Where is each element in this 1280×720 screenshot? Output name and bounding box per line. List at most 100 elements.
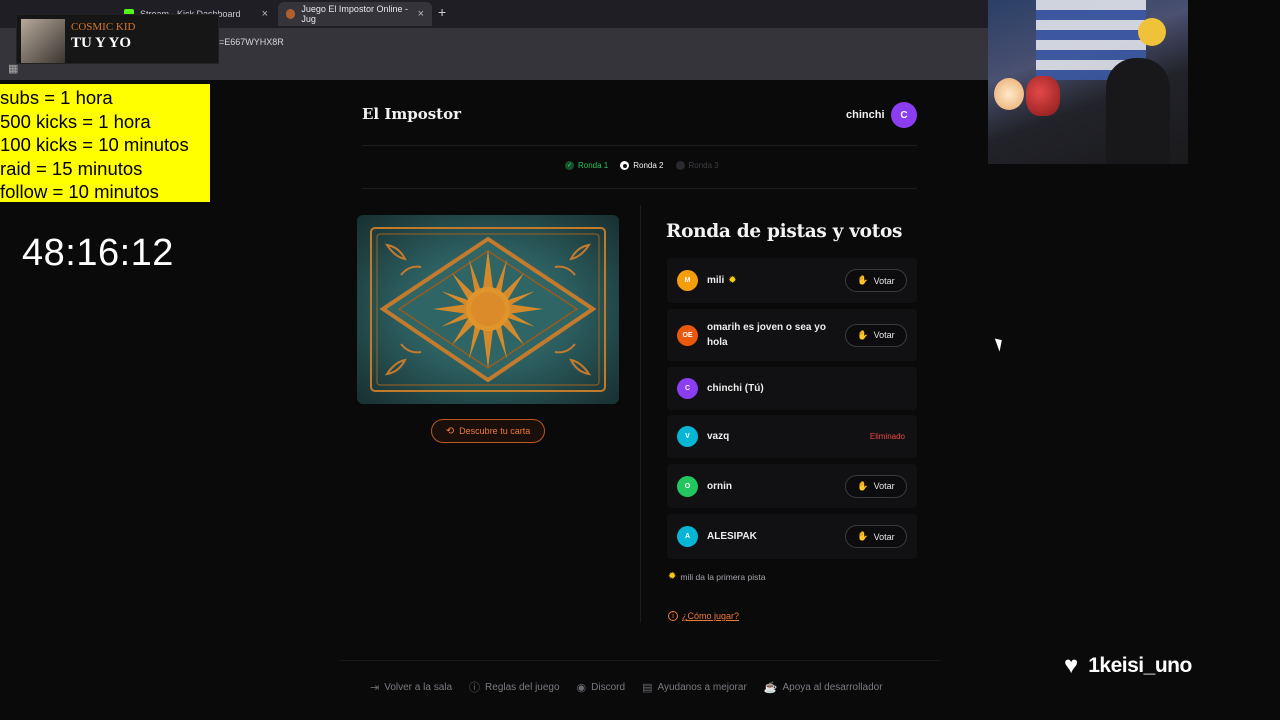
divider (340, 660, 940, 661)
footer-label: Volver a la sala (384, 681, 453, 693)
divider (362, 145, 917, 146)
player-name: ornin (707, 480, 732, 492)
reveal-card-label: Descubre tu carta (459, 426, 531, 436)
rule-line: raid = 15 minutos (0, 157, 143, 179)
avatar: A (677, 526, 698, 547)
flag-sun (1138, 18, 1166, 46)
impostor-favicon-icon (286, 9, 296, 19)
webcam-feed (988, 0, 1188, 164)
rule-line: follow = 10 minutos (0, 181, 159, 203)
vote-button[interactable]: ✋ Votar (845, 323, 907, 347)
footer-label: Reglas del juego (485, 681, 560, 693)
round-step-1: ✓ Ronda 1 (565, 161, 608, 170)
round-stepper: ✓ Ronda 1 Ronda 2 Ronda 3 (565, 161, 719, 170)
rule-line: 100 kicks = 10 minutos (0, 134, 189, 156)
player-row: C chinchi (Tú) (667, 367, 917, 410)
avatar: OE (677, 324, 698, 346)
hand-icon: ✋ (857, 329, 869, 340)
footer-label: Ayudanos a mejorar (657, 681, 747, 693)
hidden-card[interactable] (357, 215, 619, 404)
coffee-icon: ☕ (763, 681, 778, 694)
check-icon: ✓ (565, 161, 574, 170)
player-row: O ornin ✋ Votar (667, 464, 917, 508)
screen: Stream - Kick Dashboard × Juego El Impos… (0, 0, 1280, 720)
vote-button[interactable]: ✋ Votar (845, 269, 907, 292)
plus-icon[interactable]: + (438, 4, 446, 20)
footer-back-to-room[interactable]: ⇥ Volver a la sala (370, 679, 452, 695)
hand-icon: ✋ (857, 531, 869, 541)
player-row: V vazq Eliminado (667, 415, 917, 458)
reveal-card-button[interactable]: ⟲ Descubre tu carta (431, 419, 545, 443)
round-step-2: Ronda 2 (620, 161, 664, 170)
app-brand[interactable]: El Impostor (362, 105, 461, 123)
hand-icon: ✋ (857, 480, 869, 491)
round-title: Ronda de pistas y votos (666, 221, 903, 242)
pending-dot-icon (675, 161, 685, 170)
footer-label: Apoya al desarrollador (782, 681, 883, 693)
exit-icon: ⇥ (370, 681, 380, 694)
song-title: TU Y YO (71, 35, 131, 51)
vote-label: Votar (873, 275, 895, 286)
toy-figure (1026, 76, 1060, 116)
tab-label: Juego El Impostor Online - Jug (301, 4, 408, 24)
avatar[interactable]: C (891, 102, 917, 128)
artist-name: COSMIC KID (71, 21, 136, 33)
round-label: Ronda 3 (688, 161, 719, 170)
footer-support[interactable]: ☕ Apoya al desarrollador (764, 679, 883, 695)
hand-icon: ✋ (857, 275, 869, 285)
subathon-timer: 48:16:12 (22, 232, 174, 274)
info-icon: i (668, 611, 678, 621)
round-label: Ronda 1 (578, 161, 609, 170)
player-name: ALESIPAK (707, 531, 757, 542)
player-row: OE omarih es joven o sea yo hola ✋ Votar (667, 309, 917, 361)
column-divider (640, 205, 641, 623)
avatar: V (677, 426, 698, 447)
heart-icon: ♥ (1064, 652, 1079, 679)
sun-icon: ✹ (668, 571, 677, 582)
footer-rules[interactable]: ⓘ Reglas del juego (469, 679, 560, 695)
footer-links: ⇥ Volver a la sala ⓘ Reglas del juego ◉ … (370, 679, 883, 695)
how-to-play-link[interactable]: i ¿Cómo jugar? (668, 611, 739, 621)
streamer (1106, 58, 1170, 164)
avatar: O (677, 475, 698, 497)
discord-icon: ◉ (576, 681, 587, 694)
lamp (994, 78, 1024, 110)
player-name: mili (707, 275, 725, 286)
mouse-cursor (994, 336, 1006, 352)
vote-label: Votar (873, 531, 895, 542)
card-back-art (370, 227, 606, 392)
how-to-play-label: ¿Cómo jugar? (682, 611, 740, 621)
user-name: chinchi (846, 109, 885, 121)
album-cover (21, 19, 65, 63)
vote-label: Votar (873, 481, 895, 491)
eliminated-badge: Eliminado (869, 432, 905, 441)
footer-feedback[interactable]: ▤ Ayudanos a mejorar (642, 679, 747, 695)
tab-impostor-game[interactable]: Juego El Impostor Online - Jug × (278, 2, 432, 26)
vote-label: Votar (873, 330, 895, 340)
vote-button[interactable]: ✋ Votar (845, 474, 907, 498)
round-step-3: Ronda 3 (675, 161, 719, 170)
refresh-icon: ⟲ (445, 425, 455, 437)
url-text: =E667WYHX8R (219, 37, 284, 47)
player-row: A ALESIPAK ✋ Votar (667, 514, 917, 559)
rule-line: 500 kicks = 1 hora (0, 110, 151, 132)
player-name: chinchi (Tú) (707, 383, 764, 394)
hint-text: mili da la primera pista (680, 571, 766, 582)
current-dot-icon (620, 161, 630, 170)
round-label: Ronda 2 (633, 161, 664, 170)
rule-line: subs = 1 hora (0, 87, 113, 108)
close-icon[interactable]: × (418, 8, 424, 20)
vote-button[interactable]: ✋ Votar (845, 525, 907, 548)
avatar: M (677, 270, 698, 291)
info-icon: ⓘ (469, 682, 481, 694)
follower-name: 1keisi_uno (1088, 654, 1192, 677)
footer-label: Discord (591, 681, 626, 693)
footer-discord[interactable]: ◉ Discord (577, 679, 626, 695)
divider (362, 188, 917, 189)
follower-alert: ♥ 1keisi_uno (1064, 654, 1192, 678)
chat-icon: ▤ (642, 681, 653, 694)
player-name: vazq (707, 431, 730, 442)
first-hint-note: ✹ mili da la primera pista (668, 571, 765, 582)
close-icon[interactable]: × (262, 8, 268, 20)
subathon-rules: subs = 1 hora 500 kicks = 1 hora 100 kic… (0, 84, 210, 202)
